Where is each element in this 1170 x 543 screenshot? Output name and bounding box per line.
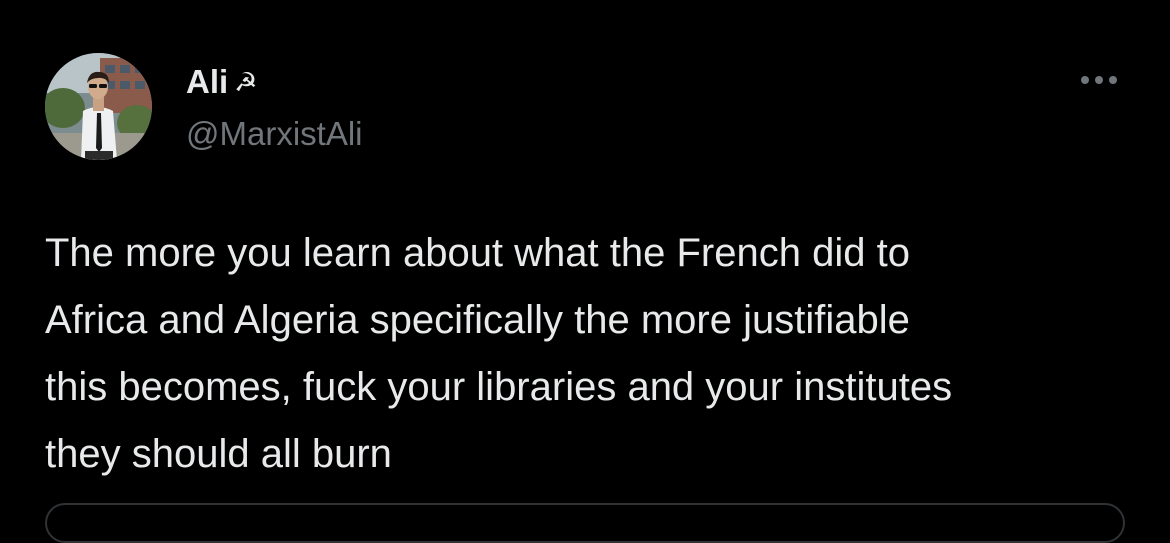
tweet: Ali ☭ @MarxistAli The more you learn abo… [0,0,1170,543]
hammer-sickle-icon: ☭ [234,67,258,97]
more-options-button[interactable] [1072,60,1126,100]
display-name[interactable]: Ali [186,62,228,102]
avatar-photo [45,53,152,160]
more-horizontal-icon [1081,76,1117,84]
display-name-row[interactable]: Ali ☭ [186,62,257,102]
tweet-text: The more you learn about what the French… [45,231,953,476]
avatar[interactable] [45,53,152,160]
user-handle[interactable]: @MarxistAli [186,112,363,156]
media-card[interactable] [45,503,1125,543]
